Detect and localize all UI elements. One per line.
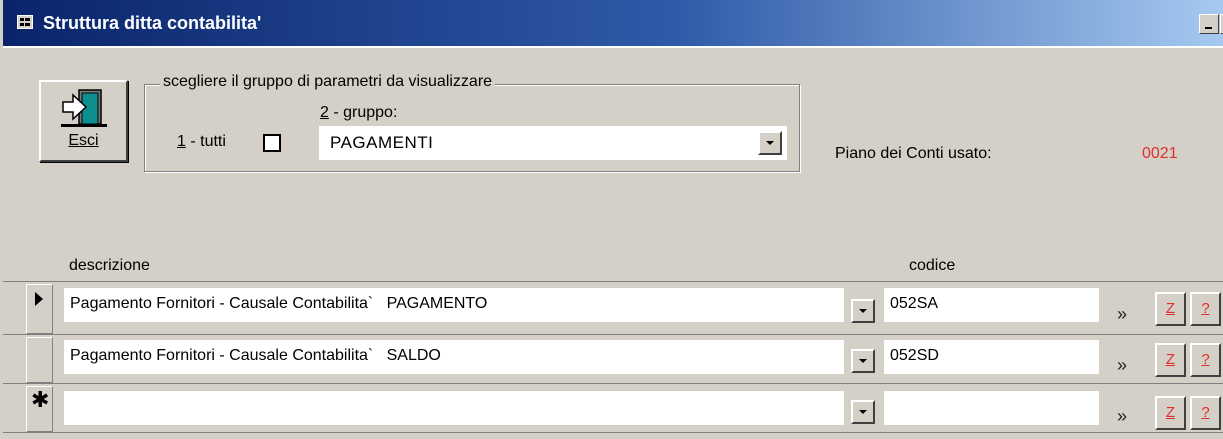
description-combo[interactable]: Pagamento Fornitori - Causale Contabilit… — [64, 340, 844, 374]
code-value: 052SA — [890, 295, 939, 312]
row-divider — [3, 383, 1223, 384]
group-box-legend: scegliere il gruppo di parametri da visu… — [160, 73, 496, 91]
description-combo[interactable] — [64, 391, 844, 425]
record-selector-new[interactable]: ✱ — [26, 386, 53, 432]
new-record-star-icon: ✱ — [31, 387, 50, 412]
title-bar[interactable]: Struttura ditta contabilita' — [3, 0, 1223, 46]
exit-button[interactable]: Esci — [39, 80, 128, 162]
form-window: Struttura ditta contabilita' Esci scegli… — [0, 0, 1223, 439]
chart-of-accounts-value: 0021 — [1142, 145, 1178, 162]
description-dropdown-button[interactable] — [851, 299, 875, 323]
description-value: Pagamento Fornitori - Causale Contabilit… — [70, 295, 488, 312]
column-header-code: codice — [909, 257, 956, 274]
code-field[interactable]: 052SD — [884, 340, 1099, 374]
more-button[interactable]: » — [1117, 355, 1127, 376]
z-button[interactable]: Z — [1155, 343, 1186, 377]
row-divider — [3, 334, 1223, 335]
help-button[interactable]: ? — [1190, 292, 1221, 326]
exit-door-icon — [61, 89, 107, 127]
form-icon — [17, 15, 33, 29]
current-record-arrow-icon — [35, 292, 43, 306]
group-combo-dropdown-button[interactable] — [758, 131, 782, 155]
window-title: Struttura ditta contabilita' — [43, 13, 262, 33]
code-value: 052SD — [890, 347, 939, 364]
description-dropdown-button[interactable] — [851, 400, 875, 424]
description-value: Pagamento Fornitori - Causale Contabilit… — [70, 347, 441, 364]
all-checkbox[interactable] — [263, 134, 281, 152]
grid-top-border — [3, 281, 1223, 282]
help-button[interactable]: ? — [1190, 343, 1221, 377]
title-separator — [3, 46, 1223, 48]
z-button[interactable]: Z — [1155, 396, 1186, 430]
help-button[interactable]: ? — [1190, 396, 1221, 430]
minimize-button[interactable] — [1199, 14, 1219, 34]
row-divider — [3, 432, 1223, 433]
description-combo[interactable]: Pagamento Fornitori - Causale Contabilit… — [64, 288, 844, 322]
all-label: 1 - tutti — [177, 133, 226, 150]
group-label: 2 - gruppo: — [320, 104, 398, 121]
more-button[interactable]: » — [1117, 406, 1127, 427]
code-field[interactable]: 052SA — [884, 288, 1099, 322]
record-selector-current[interactable] — [26, 284, 53, 334]
more-button[interactable]: » — [1117, 304, 1127, 325]
code-field[interactable] — [884, 391, 1099, 425]
chart-of-accounts-label: Piano dei Conti usato: — [835, 145, 992, 162]
column-header-description: descrizione — [69, 257, 150, 274]
record-selector[interactable] — [26, 337, 53, 383]
group-combo-value: PAGAMENTI — [330, 133, 434, 152]
group-combo[interactable]: PAGAMENTI — [319, 126, 787, 160]
description-dropdown-button[interactable] — [851, 349, 875, 373]
z-button[interactable]: Z — [1155, 292, 1186, 326]
exit-button-label: Esci — [68, 132, 99, 149]
